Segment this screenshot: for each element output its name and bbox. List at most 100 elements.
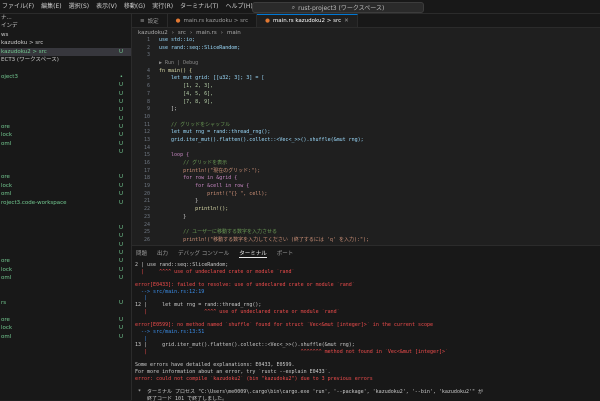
sidebar-item[interactable]: U bbox=[0, 241, 131, 249]
code-line: 25 // ユーザーに移動する数字を入力させる bbox=[132, 229, 600, 237]
sidebar-item[interactable]: U bbox=[0, 115, 131, 123]
tab-main-rs-kazudoku2[interactable]: ● main.rs kazudoku2 > src ✕ bbox=[257, 14, 358, 27]
tab-main-rs-kazudoku[interactable]: ● main.rs kazudoku > src bbox=[168, 14, 258, 27]
code-line: 1use std::io; bbox=[132, 37, 600, 45]
code-text: } bbox=[159, 214, 186, 222]
sidebar-item[interactable]: omlU bbox=[0, 333, 131, 341]
terminal-line: 12 | let mut rng = rand::thread_rng(); bbox=[135, 302, 597, 309]
tab-problems[interactable]: 問題 bbox=[136, 249, 147, 258]
code-editor[interactable]: 1use std::io;2use rand::seq::SliceRandom… bbox=[132, 37, 600, 245]
terminal-line: | ^^^^ use of undeclared crate or module… bbox=[135, 309, 597, 316]
menu-edit[interactable]: 編集(E) bbox=[41, 1, 61, 10]
code-text: fn main() { bbox=[159, 68, 192, 76]
code-line: 17 println!("現在のグリッド:"); bbox=[132, 168, 600, 176]
code-text: use std::io; bbox=[159, 37, 195, 45]
sidebar-item[interactable]: U bbox=[0, 106, 131, 114]
breadcrumb-item[interactable]: kazudoku2 bbox=[138, 30, 168, 36]
sidebar-item[interactable]: kazudoku > src bbox=[0, 39, 131, 47]
sidebar-item-label: oml bbox=[1, 191, 11, 197]
menu-help[interactable]: ヘルプ(H) bbox=[225, 1, 252, 10]
line-number: 5 bbox=[132, 75, 150, 83]
sidebar-item[interactable]: U bbox=[0, 98, 131, 106]
code-text: [7, 8, 9], bbox=[159, 99, 213, 107]
sidebar-item-label: ナ... bbox=[1, 15, 12, 21]
sidebar-item[interactable] bbox=[0, 157, 131, 165]
menu-selection[interactable]: 選択(S) bbox=[69, 1, 90, 10]
sidebar-item[interactable]: oreU bbox=[0, 123, 131, 131]
line-number: 25 bbox=[132, 229, 150, 237]
sidebar-item[interactable]: oreU bbox=[0, 257, 131, 265]
line-number: 24 bbox=[132, 222, 150, 230]
sidebar-item[interactable] bbox=[0, 165, 131, 173]
sidebar-item[interactable]: lockU bbox=[0, 324, 131, 332]
code-line: 14 bbox=[132, 145, 600, 153]
sidebar-item[interactable]: ナ... bbox=[0, 14, 131, 22]
sidebar-item[interactable]: U bbox=[0, 249, 131, 257]
sidebar-item[interactable]: U bbox=[0, 81, 131, 89]
tab-debug-console[interactable]: デバッグ コンソール bbox=[178, 249, 229, 258]
terminal-line: | ^^^^ use of undeclared crate or module… bbox=[135, 269, 597, 276]
sidebar-item[interactable] bbox=[0, 308, 131, 316]
code-line: 2use rand::seq::SliceRandom; bbox=[132, 45, 600, 53]
line-number: 14 bbox=[132, 145, 150, 153]
sidebar-item[interactable]: rsU bbox=[0, 299, 131, 307]
sidebar-item[interactable]: oreU bbox=[0, 173, 131, 181]
sidebar-item[interactable]: U bbox=[0, 232, 131, 240]
rust-file-icon: ● bbox=[265, 18, 270, 24]
sidebar-item-label: ECT3 (ワークスペース) bbox=[1, 57, 59, 63]
code-text: [4, 5, 6], bbox=[159, 91, 213, 99]
sidebar-item[interactable]: lockU bbox=[0, 131, 131, 139]
sidebar-item[interactable]: ECT3 (ワークスペース) bbox=[0, 56, 131, 64]
code-text: ▶ Run | Debug bbox=[159, 60, 198, 68]
menu-terminal[interactable]: ターミナル(T) bbox=[180, 1, 218, 10]
code-text: let mut rng = rand::thread_rng(); bbox=[159, 129, 270, 137]
sidebar-item[interactable] bbox=[0, 283, 131, 291]
sidebar-item[interactable]: U bbox=[0, 224, 131, 232]
code-line: 15 loop { bbox=[132, 152, 600, 160]
breadcrumb-item[interactable]: main.rs bbox=[196, 30, 217, 36]
terminal-line: error: could not compile `kazudoku2` (bi… bbox=[135, 376, 597, 383]
git-status-badge: U bbox=[119, 90, 123, 98]
git-status-badge: U bbox=[119, 98, 123, 106]
command-center[interactable]: ⌕ rust-project3 (ワークスペース) bbox=[252, 2, 424, 13]
code-line: 16 // グリッドを表示 bbox=[132, 160, 600, 168]
menu-file[interactable]: ファイル(F) bbox=[2, 1, 34, 10]
line-number: 16 bbox=[132, 160, 150, 168]
sidebar-item[interactable] bbox=[0, 207, 131, 215]
menu-view[interactable]: 表示(V) bbox=[96, 1, 117, 10]
code-text: let mut grid: [[u32; 3]; 3] = [ bbox=[159, 75, 264, 83]
tab-output[interactable]: 出力 bbox=[157, 249, 168, 258]
sidebar-item[interactable] bbox=[0, 291, 131, 299]
tab-ports[interactable]: ポート bbox=[277, 249, 294, 258]
sidebar-item[interactable] bbox=[0, 215, 131, 223]
sidebar-item[interactable]: oreU bbox=[0, 316, 131, 324]
terminal-line bbox=[135, 316, 597, 323]
sidebar-item[interactable]: omlU bbox=[0, 190, 131, 198]
sidebar-item[interactable]: U bbox=[0, 90, 131, 98]
sidebar-item[interactable]: omlU bbox=[0, 274, 131, 282]
line-number: 8 bbox=[132, 99, 150, 107]
sidebar-item[interactable]: omlU bbox=[0, 140, 131, 148]
code-line: 20 print!("{} ", cell); bbox=[132, 191, 600, 199]
menu-go[interactable]: 移動(G) bbox=[124, 1, 145, 10]
line-number: 9 bbox=[132, 106, 150, 114]
breadcrumb-item[interactable]: main bbox=[227, 30, 241, 36]
sidebar-item[interactable]: kazudoku2 > srcU bbox=[0, 48, 131, 56]
code-line: 4fn main() { bbox=[132, 68, 600, 76]
sidebar-item[interactable]: oject3• bbox=[0, 73, 131, 81]
search-icon: ⌕ bbox=[292, 4, 295, 12]
sidebar-item[interactable] bbox=[0, 64, 131, 72]
sidebar-item[interactable]: インデ bbox=[0, 22, 131, 30]
tab-terminal[interactable]: ターミナル bbox=[239, 249, 267, 258]
sidebar-item[interactable]: roject3.code-workspaceU bbox=[0, 199, 131, 207]
sidebar-item[interactable]: lockU bbox=[0, 182, 131, 190]
breadcrumb-item[interactable]: src bbox=[178, 30, 186, 36]
close-icon[interactable]: ✕ bbox=[344, 18, 349, 24]
tab-settings[interactable]: ≡ 設定 bbox=[132, 14, 168, 27]
sidebar-item[interactable]: lockU bbox=[0, 266, 131, 274]
menu-run[interactable]: 実行(R) bbox=[152, 1, 173, 10]
sidebar-item[interactable]: U bbox=[0, 148, 131, 156]
terminal-output[interactable]: 2 | use rand::seq::SliceRandom; | ^^^^ u… bbox=[135, 262, 597, 401]
code-line: 5 let mut grid: [[u32; 3]; 3] = [ bbox=[132, 75, 600, 83]
sidebar-item[interactable]: ws bbox=[0, 31, 131, 39]
